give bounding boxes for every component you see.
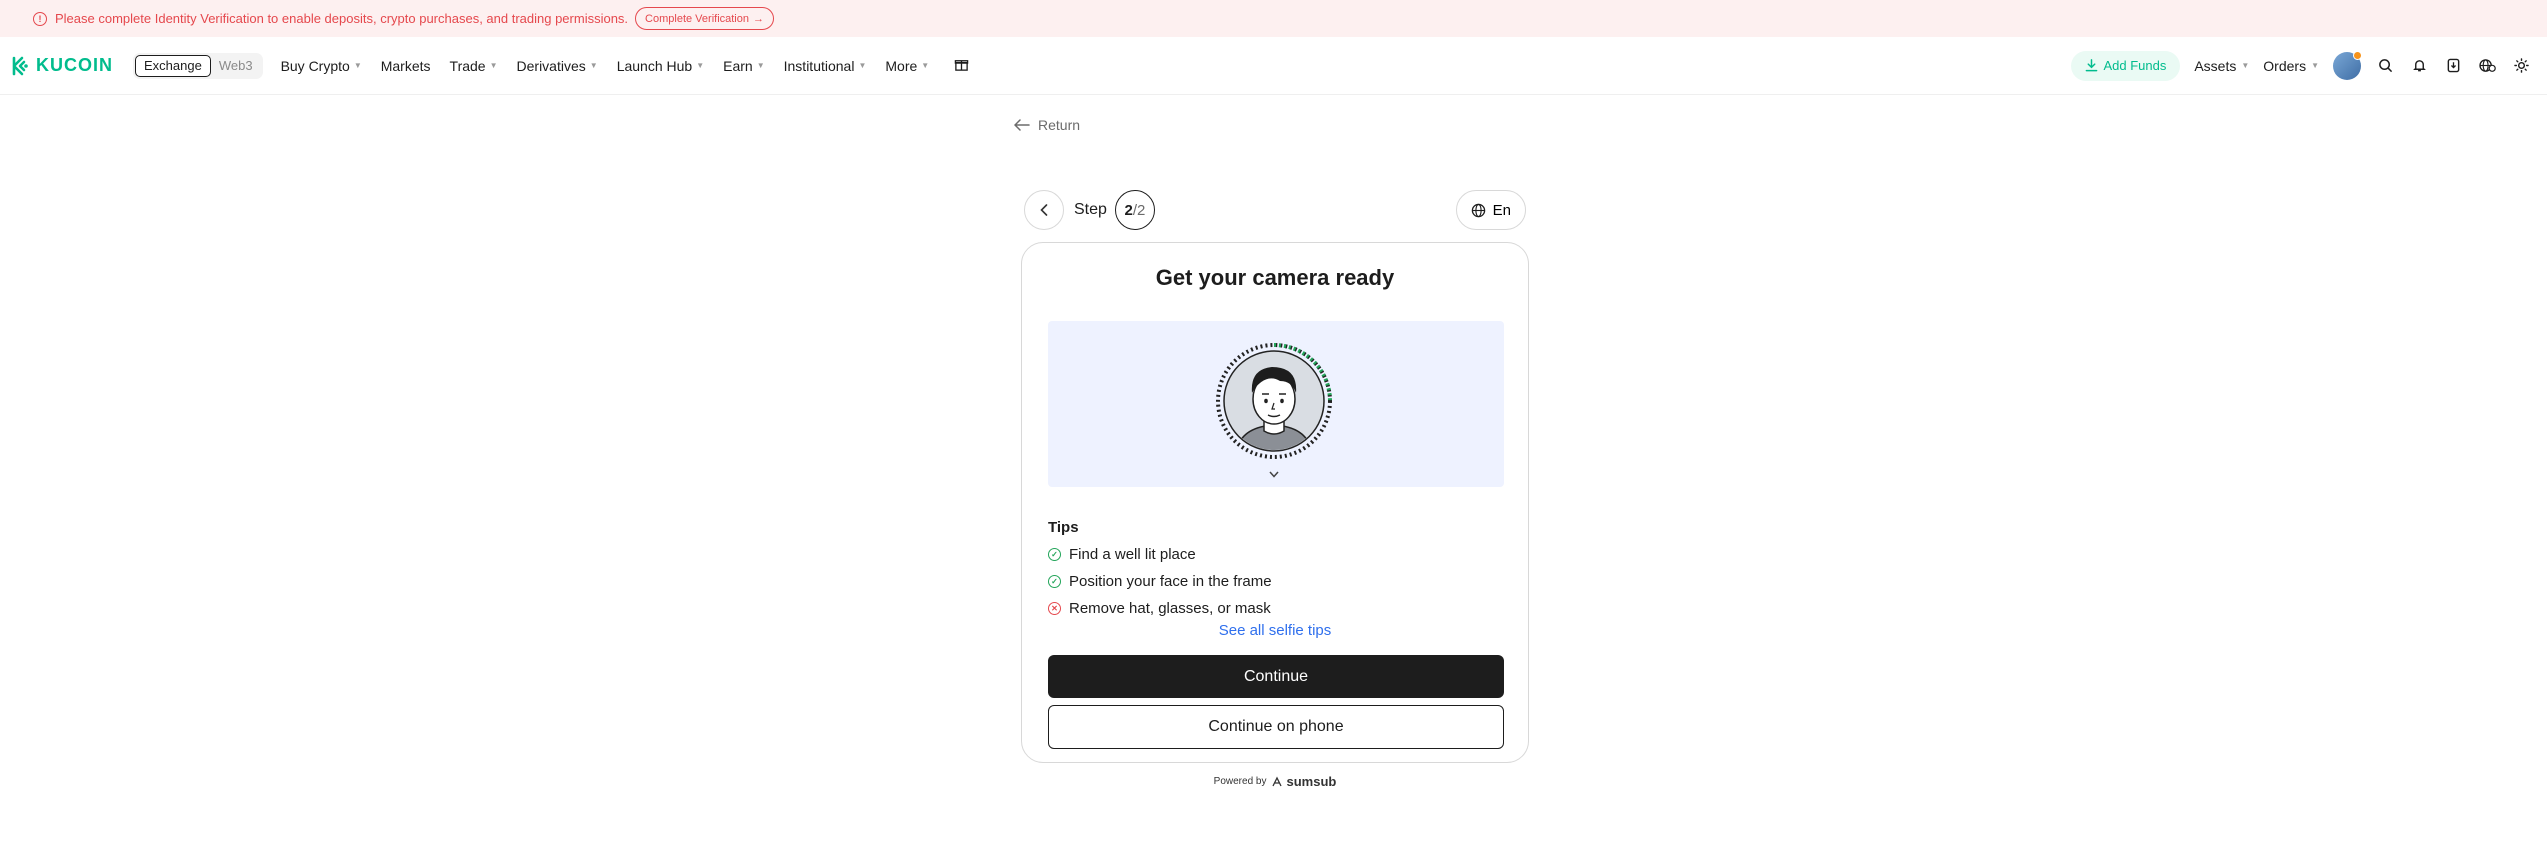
alert-icon: ! bbox=[33, 11, 47, 26]
powered-by: Powered by sumsub bbox=[1213, 774, 1337, 789]
step-indicator: 2/2 bbox=[1114, 190, 1155, 230]
nav-right: Add Funds Assets ▼ Orders ▼ bbox=[2071, 50, 2547, 81]
language-button[interactable]: En bbox=[1455, 190, 1526, 230]
kucoin-logo-icon bbox=[12, 56, 28, 75]
kucoin-logo[interactable]: KUCOIN bbox=[11, 55, 113, 76]
sumsub-icon bbox=[1272, 776, 1283, 786]
add-funds-button[interactable]: Add Funds bbox=[2071, 50, 2181, 81]
check-circle-icon: ✓ bbox=[1048, 575, 1061, 588]
chevron-down-icon: ▼ bbox=[353, 61, 362, 70]
verification-alert-bar: ! Please complete Identity Verification … bbox=[0, 0, 2547, 37]
bell-icon[interactable] bbox=[2409, 56, 2429, 76]
selfie-preview bbox=[1048, 321, 1504, 487]
orders-menu[interactable]: Orders ▼ bbox=[2263, 58, 2319, 74]
switch-exchange[interactable]: Exchange bbox=[135, 54, 211, 77]
chevron-down-icon: ▼ bbox=[2311, 61, 2319, 70]
tip-item: ✕ Remove hat, glasses, or mask bbox=[1048, 600, 1271, 617]
card-title: Get your camera ready bbox=[1155, 265, 1395, 290]
check-circle-icon: ✓ bbox=[1048, 548, 1061, 561]
top-nav: KUCOIN Exchange Web3 Buy Crypto ▼ Markets… bbox=[0, 37, 2547, 95]
chevron-down-icon: ▼ bbox=[921, 61, 930, 70]
chevron-left-icon bbox=[1040, 204, 1048, 216]
tips-title: Tips bbox=[1048, 519, 1079, 536]
arrow-right-icon: → bbox=[753, 12, 764, 25]
arrow-left-icon bbox=[1014, 119, 1030, 131]
language-currency-icon[interactable] bbox=[2477, 56, 2497, 76]
gift-icon[interactable] bbox=[954, 57, 969, 75]
download-icon bbox=[2086, 59, 2098, 72]
step-back-button[interactable] bbox=[1024, 190, 1064, 230]
alert-message: Please complete Identity Verification to… bbox=[55, 11, 629, 26]
continue-on-phone-button[interactable]: Continue on phone bbox=[1048, 705, 1504, 749]
tip-item: ✓ Position your face in the frame bbox=[1048, 573, 1272, 590]
theme-sun-icon[interactable] bbox=[2511, 56, 2531, 76]
avatar[interactable] bbox=[2333, 50, 2362, 80]
notification-dot bbox=[2353, 50, 2362, 60]
menu-trade[interactable]: Trade ▼ bbox=[450, 58, 498, 74]
chevron-down-icon: ▼ bbox=[589, 61, 598, 70]
face-illustration bbox=[1214, 341, 1334, 461]
exchange-web3-switch: Exchange Web3 bbox=[133, 52, 263, 79]
chevron-down-icon: ▼ bbox=[756, 61, 765, 70]
app-download-icon[interactable] bbox=[2443, 56, 2463, 76]
see-all-selfie-tips-link[interactable]: See all selfie tips bbox=[1022, 622, 1528, 639]
search-icon[interactable] bbox=[2375, 56, 2395, 76]
continue-button[interactable]: Continue bbox=[1048, 655, 1504, 698]
x-circle-icon: ✕ bbox=[1048, 602, 1061, 615]
tip-item: ✓ Find a well lit place bbox=[1048, 546, 1196, 563]
main-menu: Buy Crypto ▼ Markets Trade ▼ Derivatives ▼ … bbox=[281, 57, 970, 75]
complete-verification-button[interactable]: Complete Verification → bbox=[635, 7, 774, 30]
menu-launch-hub[interactable]: Launch Hub ▼ bbox=[617, 58, 704, 74]
switch-web3[interactable]: Web3 bbox=[211, 55, 261, 77]
chevron-down-icon: ▼ bbox=[858, 61, 867, 70]
step-header: Step 2/2 En bbox=[1024, 190, 1526, 230]
menu-institutional[interactable]: Institutional ▼ bbox=[784, 58, 867, 74]
globe-icon bbox=[1471, 203, 1485, 217]
chevron-down-icon bbox=[1269, 469, 1279, 481]
logo-text: KUCOIN bbox=[36, 55, 113, 75]
menu-more[interactable]: More ▼ bbox=[885, 58, 929, 74]
return-link[interactable]: Return bbox=[1014, 117, 1080, 133]
chevron-down-icon: ▼ bbox=[489, 61, 498, 70]
chevron-down-icon: ▼ bbox=[2241, 61, 2250, 70]
menu-markets[interactable]: Markets bbox=[381, 58, 431, 74]
menu-derivatives[interactable]: Derivatives ▼ bbox=[517, 58, 598, 74]
camera-ready-card: Get your camera ready Tips ✓ Find a well… bbox=[1021, 242, 1529, 763]
sumsub-logo: sumsub bbox=[1271, 774, 1336, 789]
assets-menu[interactable]: Assets ▼ bbox=[2194, 58, 2249, 74]
menu-buy-crypto[interactable]: Buy Crypto ▼ bbox=[281, 58, 362, 74]
menu-earn[interactable]: Earn ▼ bbox=[723, 58, 765, 74]
chevron-down-icon: ▼ bbox=[696, 61, 705, 70]
step-label: Step bbox=[1074, 201, 1107, 218]
